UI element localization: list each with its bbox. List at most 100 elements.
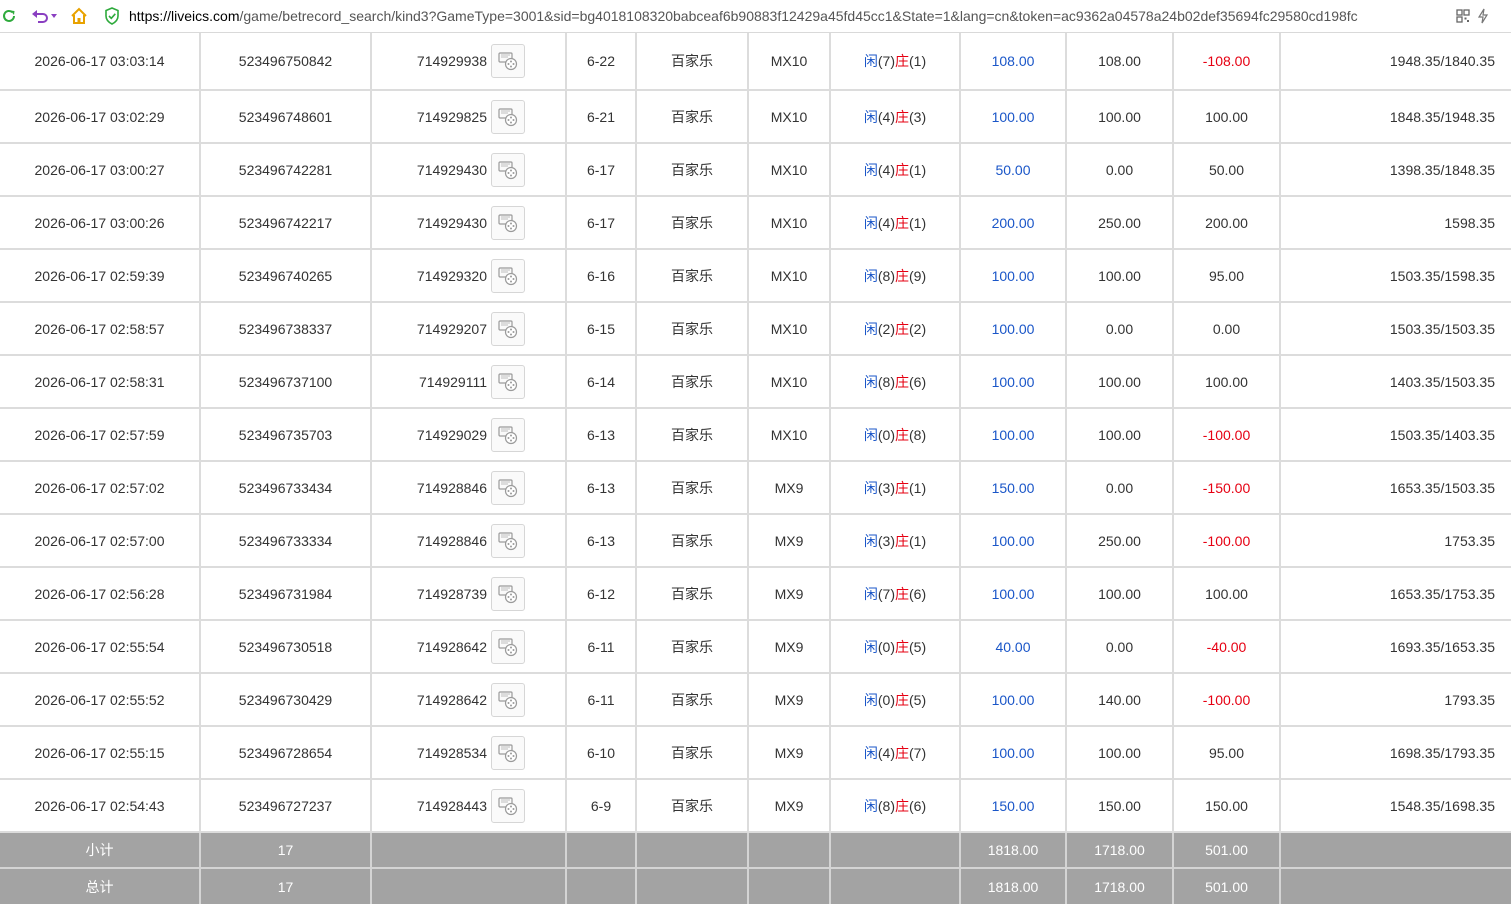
- banker-label: 庄: [895, 373, 909, 390]
- summary-body: 小计 17 1818.00 1718.00 501.00 总计 17 1818.…: [0, 832, 1511, 904]
- empty-cell: [636, 832, 749, 869]
- valid-amount: 100.00: [1066, 567, 1174, 621]
- table-round: 6-13: [566, 461, 637, 515]
- valid-amount: 150.00: [1066, 779, 1174, 833]
- game-name: 百家乐: [636, 249, 749, 303]
- video-replay-button[interactable]: [491, 258, 525, 293]
- bet-amount[interactable]: 100.00: [960, 302, 1067, 356]
- table-row: 2026-06-17 02:59:39 523496740265 714929320…: [0, 249, 1511, 303]
- reload-icon[interactable]: [1, 7, 17, 25]
- round-id: 714928642: [416, 638, 487, 655]
- result-cell: 闲(0)庄(5): [830, 673, 961, 727]
- player-label: 闲: [863, 691, 878, 708]
- bet-amount[interactable]: 100.00: [960, 408, 1067, 462]
- lightning-icon[interactable]: [1477, 7, 1489, 25]
- video-replay-button[interactable]: [491, 735, 525, 770]
- player-label: 闲: [863, 585, 878, 602]
- bet-time: 2026-06-17 02:55:52: [0, 673, 201, 727]
- player-score: (7): [877, 585, 895, 602]
- address-bar[interactable]: https://liveics.com/game/betrecord_searc…: [129, 8, 1449, 24]
- table-code: MX10: [748, 249, 831, 303]
- bet-amount[interactable]: 100.00: [960, 90, 1067, 144]
- subtotal-bet: 1818.00: [960, 832, 1067, 869]
- undo-icon[interactable]: [31, 7, 49, 25]
- table-round: 6-17: [566, 196, 637, 250]
- bet-amount[interactable]: 100.00: [960, 514, 1067, 568]
- game-name: 百家乐: [636, 461, 749, 515]
- round-id: 714929320: [416, 267, 487, 284]
- win-amount: -100.00: [1173, 408, 1281, 462]
- video-replay-button[interactable]: [491, 576, 525, 611]
- round-cell: 714928846: [371, 514, 567, 568]
- valid-amount: 100.00: [1066, 90, 1174, 144]
- empty-cell: [566, 832, 637, 869]
- game-name: 百家乐: [636, 673, 749, 727]
- video-replay-button[interactable]: [491, 523, 525, 558]
- bet-amount[interactable]: 200.00: [960, 196, 1067, 250]
- table-round: 6-9: [566, 779, 637, 833]
- video-replay-button[interactable]: [491, 152, 525, 187]
- balance: 1698.35/1793.35: [1280, 726, 1511, 780]
- video-replay-button[interactable]: [491, 470, 525, 505]
- bet-amount[interactable]: 100.00: [960, 567, 1067, 621]
- video-replay-button[interactable]: [491, 205, 525, 240]
- round-cell: 714929320: [371, 249, 567, 303]
- bet-id: 523496738337: [200, 302, 372, 356]
- video-replay-button[interactable]: [491, 417, 525, 452]
- video-replay-button[interactable]: [491, 682, 525, 717]
- home-icon[interactable]: [70, 7, 88, 25]
- total-label: 总计: [0, 868, 201, 904]
- banker-score: (5): [909, 638, 927, 655]
- empty-cell: [748, 868, 831, 904]
- player-score: (3): [877, 479, 895, 496]
- bet-amount[interactable]: 150.00: [960, 779, 1067, 833]
- round-id: 714928534: [416, 744, 487, 761]
- table-row: 2026-06-17 02:55:52 523496730429 714928642…: [0, 673, 1511, 727]
- bet-time: 2026-06-17 03:00:26: [0, 196, 201, 250]
- bet-amount[interactable]: 100.00: [960, 673, 1067, 727]
- bet-amount[interactable]: 40.00: [960, 620, 1067, 674]
- video-replay-button[interactable]: [491, 44, 525, 78]
- table-round: 6-22: [566, 33, 637, 91]
- valid-amount: 0.00: [1066, 143, 1174, 197]
- bet-time: 2026-06-17 02:57:00: [0, 514, 201, 568]
- game-name: 百家乐: [636, 779, 749, 833]
- chevron-down-icon[interactable]: [50, 7, 58, 25]
- round-id: 714929938: [416, 53, 487, 69]
- valid-amount: 250.00: [1066, 196, 1174, 250]
- video-replay-button[interactable]: [491, 788, 525, 823]
- bet-amount[interactable]: 150.00: [960, 461, 1067, 515]
- player-label: 闲: [863, 426, 878, 443]
- empty-cell: [748, 832, 831, 869]
- player-label: 闲: [863, 479, 878, 496]
- video-replay-button[interactable]: [491, 364, 525, 399]
- bet-id: 523496730429: [200, 673, 372, 727]
- round-cell: 714928534: [371, 726, 567, 780]
- bet-amount[interactable]: 100.00: [960, 249, 1067, 303]
- total-count: 17: [200, 868, 372, 904]
- bet-time: 2026-06-17 02:57:02: [0, 461, 201, 515]
- balance: 1693.35/1653.35: [1280, 620, 1511, 674]
- round-cell: 714928642: [371, 673, 567, 727]
- result-cell: 闲(7)庄(6): [830, 567, 961, 621]
- player-score: (4): [877, 744, 895, 761]
- video-replay-button[interactable]: [491, 99, 525, 134]
- banker-label: 庄: [895, 320, 909, 337]
- game-name: 百家乐: [636, 33, 749, 91]
- video-replay-button[interactable]: [491, 311, 525, 346]
- video-replay-button[interactable]: [491, 629, 525, 664]
- table-code: MX10: [748, 408, 831, 462]
- banker-label: 庄: [895, 161, 909, 178]
- result-cell: 闲(8)庄(9): [830, 249, 961, 303]
- table-code: MX10: [748, 90, 831, 144]
- bet-amount[interactable]: 100.00: [960, 726, 1067, 780]
- result-cell: 闲(4)庄(3): [830, 90, 961, 144]
- bet-amount[interactable]: 100.00: [960, 355, 1067, 409]
- bet-amount[interactable]: 50.00: [960, 143, 1067, 197]
- game-name: 百家乐: [636, 196, 749, 250]
- qr-code-icon[interactable]: [1455, 7, 1471, 25]
- empty-cell: [830, 868, 961, 904]
- game-name: 百家乐: [636, 514, 749, 568]
- banker-label: 庄: [895, 744, 909, 761]
- bet-amount[interactable]: 108.00: [960, 33, 1067, 91]
